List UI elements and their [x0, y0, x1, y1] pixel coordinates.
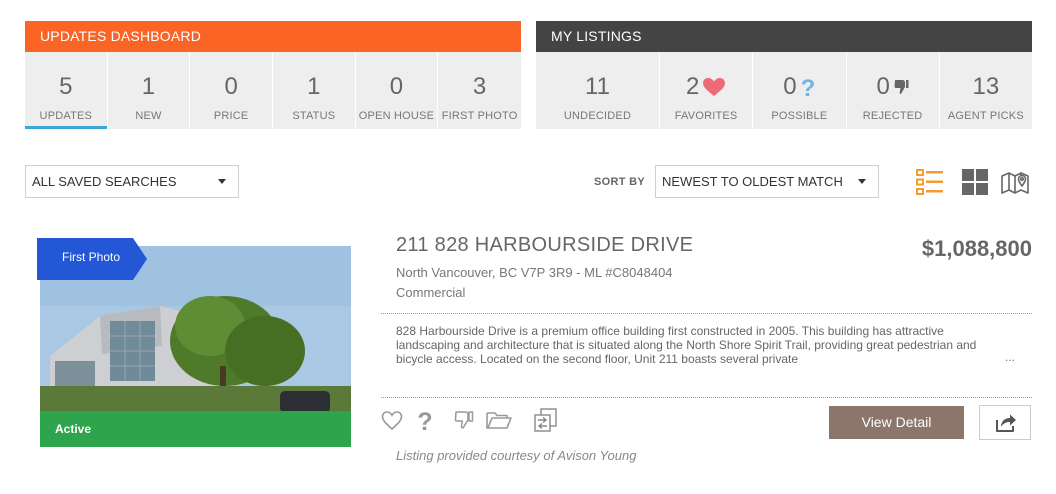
stat-price[interactable]: 0 PRICE: [190, 52, 273, 129]
listing-address[interactable]: 211 828 HARBOURSIDE DRIVE: [396, 234, 693, 257]
stat-undecided[interactable]: 11 UNDECIDED: [536, 52, 660, 129]
stat-status[interactable]: 1 STATUS: [273, 52, 356, 129]
svg-text:?: ?: [417, 408, 432, 433]
stat-agent-picks[interactable]: 13 AGENT PICKS: [940, 52, 1032, 129]
heart-icon: [703, 78, 726, 96]
saved-searches-value: ALL SAVED SEARCHES: [32, 174, 177, 189]
svg-text:?: ?: [800, 75, 815, 99]
stat-value: 1: [307, 73, 321, 100]
status-badge: Active: [55, 422, 92, 436]
updates-dashboard: UPDATES DASHBOARD 5 UPDATES 1 NEW 0 PRIC…: [25, 21, 521, 129]
my-listings-title: MY LISTINGS: [536, 21, 1032, 52]
caret-down-icon: [218, 179, 226, 184]
folder-icon[interactable]: [485, 407, 513, 433]
view-detail-button[interactable]: View Detail: [829, 406, 964, 439]
sort-select[interactable]: NEWEST TO OLDEST MATCH: [655, 165, 879, 198]
stat-value: 0: [783, 73, 797, 100]
reject-thumbs-down-icon[interactable]: [453, 407, 475, 433]
stat-label: UPDATES: [39, 110, 93, 122]
stat-updates[interactable]: 5 UPDATES: [25, 52, 108, 129]
stat-label: NEW: [135, 110, 162, 122]
stat-label: POSSIBLE: [771, 110, 828, 122]
stat-new[interactable]: 1 NEW: [108, 52, 191, 129]
stat-open-house[interactable]: 0 OPEN HOUSE: [356, 52, 439, 129]
stat-value: 11: [585, 73, 610, 100]
stat-value: 0: [876, 73, 890, 100]
caret-down-icon: [858, 179, 866, 184]
stat-rejected[interactable]: 0 REJECTED: [847, 52, 940, 129]
stat-value: 13: [972, 73, 1000, 100]
stat-value: 0: [224, 73, 238, 100]
thumbs-down-icon: [894, 80, 909, 94]
stat-value: 2: [685, 73, 700, 100]
stat-label: OPEN HOUSE: [358, 110, 435, 122]
share-button[interactable]: [979, 405, 1031, 440]
stat-label: FIRST PHOTO: [441, 110, 518, 122]
stat-label: UNDECIDED: [563, 110, 632, 122]
stat-possible[interactable]: 0 ? POSSIBLE: [753, 52, 847, 129]
map-view-icon[interactable]: [1000, 167, 1030, 197]
stat-label: REJECTED: [862, 110, 923, 122]
stat-value: 5: [59, 73, 73, 100]
share-icon: [996, 414, 1016, 432]
stat-value: 1: [141, 73, 156, 100]
sort-value: NEWEST TO OLDEST MATCH: [662, 174, 843, 189]
question-icon: ?: [800, 75, 815, 99]
divider: [381, 313, 1032, 314]
stat-first-photo[interactable]: 3 FIRST PHOTO: [438, 52, 521, 129]
read-more-ellipsis[interactable]: ...: [1005, 350, 1015, 364]
list-view-icon[interactable]: [915, 167, 945, 197]
grid-view-icon[interactable]: [960, 167, 990, 197]
my-listings: MY LISTINGS 11 UNDECIDED 2 FAVORITES 0 ?…: [536, 21, 1032, 129]
stat-favorites[interactable]: 2 FAVORITES: [660, 52, 754, 129]
possible-question-icon[interactable]: ?: [415, 407, 435, 433]
listing-location: North Vancouver, BC V7P 3R9 - ML #C80484…: [396, 265, 673, 280]
updates-dashboard-title: UPDATES DASHBOARD: [25, 21, 521, 52]
stat-value: 3: [472, 73, 487, 100]
sort-by-label: SORT BY: [594, 176, 645, 188]
saved-searches-select[interactable]: ALL SAVED SEARCHES: [25, 165, 239, 198]
listing-type: Commercial: [396, 285, 466, 300]
stat-label: FAVORITES: [674, 110, 738, 122]
favorite-heart-icon[interactable]: [381, 407, 403, 433]
listing-courtesy: Listing provided courtesy of Avison Youn…: [396, 448, 637, 463]
divider: [381, 397, 1032, 398]
stat-label: PRICE: [213, 110, 249, 122]
stat-label: STATUS: [292, 110, 336, 122]
stat-value: 0: [389, 73, 404, 100]
first-photo-badge: First Photo: [62, 250, 121, 264]
listing-description: 828 Harbourside Drive is a premium offic…: [396, 324, 977, 366]
compare-icon[interactable]: [532, 407, 560, 433]
listing-price: $1,088,800: [921, 236, 1032, 261]
stat-label: AGENT PICKS: [947, 110, 1024, 122]
